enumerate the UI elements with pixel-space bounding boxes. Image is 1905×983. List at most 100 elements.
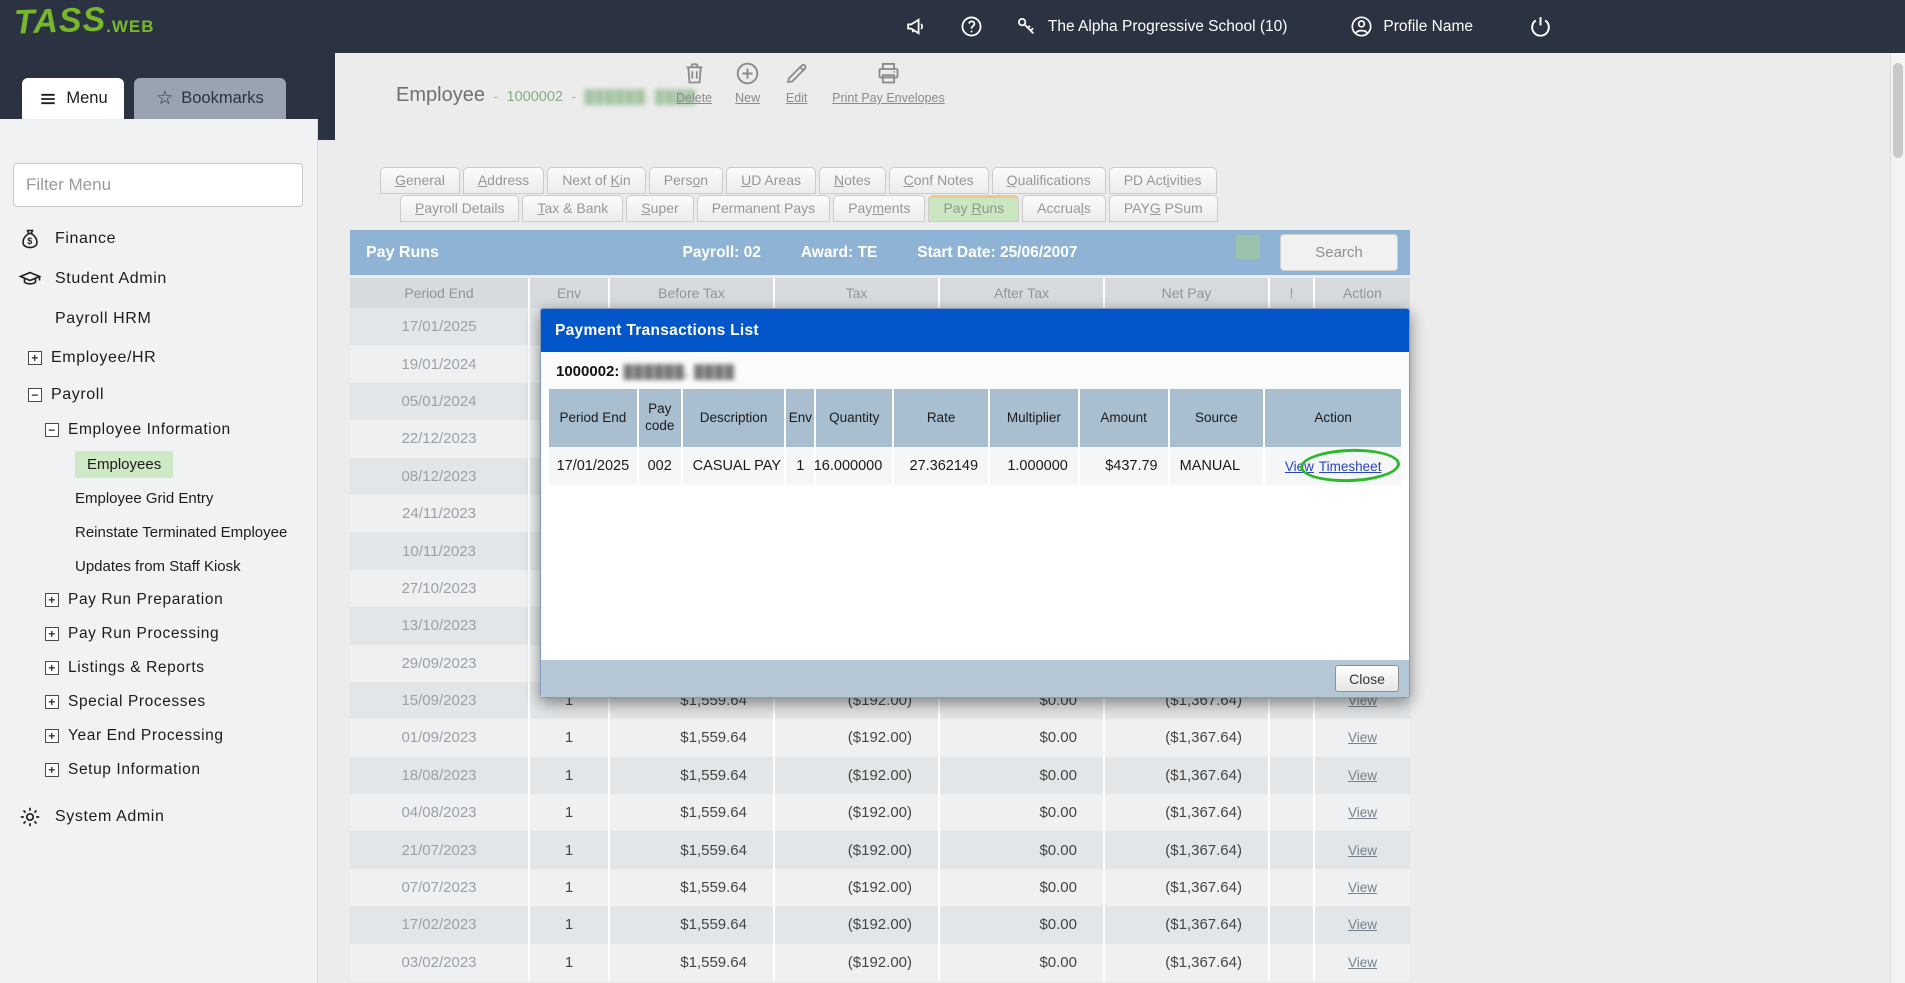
sidebar-item-finance[interactable]: $Finance [0,219,318,259]
tab-payments[interactable]: Payments [833,195,925,222]
expand-icon[interactable]: + [45,729,59,743]
payment-transactions-modal: Payment Transactions List 1000002: █████… [540,308,1410,698]
expand-icon[interactable]: + [28,351,42,365]
profile-menu[interactable]: Profile Name [1349,14,1473,39]
cell-before-tax: $1,559.64 [610,831,775,868]
modal-employee-line: 1000002: ██████, ████ [541,352,1409,389]
cell-flag [1270,906,1315,943]
expand-icon[interactable]: + [45,763,59,777]
view-link[interactable]: View [1348,880,1377,895]
sidebar-item-reinstate-terminated-employee[interactable]: Reinstate Terminated Employee [0,515,318,549]
tab-ud-areas[interactable]: UD Areas [726,167,816,194]
expand-icon[interactable]: + [45,627,59,641]
cell-period-end: 05/01/2024 [350,383,530,420]
expand-icon[interactable]: + [45,661,59,675]
delete-button[interactable]: Delete [676,60,712,105]
sidebar-item-payroll[interactable]: −Payroll [0,376,318,413]
sidebar-item-setup-information[interactable]: +Setup Information [0,753,318,787]
logout-button[interactable] [1528,14,1553,39]
vertical-scrollbar[interactable] [1890,53,1905,983]
timesheet-link[interactable]: Timesheet [1319,459,1382,474]
tab-bookmarks[interactable]: ☆ Bookmarks [134,78,286,119]
cell-period-end: 18/08/2023 [350,757,530,794]
sidebar-item-updates-from-staff-kiosk[interactable]: Updates from Staff Kiosk [0,549,318,583]
modal-column-header-amount: Amount [1080,389,1170,447]
tab-pd-activities[interactable]: PD Activities [1109,167,1217,194]
tab-notes[interactable]: Notes [819,167,886,194]
sidebar-item-listings-reports[interactable]: +Listings & Reports [0,651,318,685]
cell-period-end: 07/07/2023 [350,869,530,906]
cell-net-pay: ($1,367.64) [1105,794,1270,831]
scrollbar-thumb[interactable] [1893,63,1903,158]
tab-menu[interactable]: Menu [22,78,124,119]
cell-after-tax: $0.00 [940,944,1105,981]
sidebar-item-special-processes[interactable]: +Special Processes [0,685,318,719]
column-header-tax: Tax [775,278,940,308]
money-bag-icon: $ [18,227,42,251]
pay-runs-header-bar: Pay Runs Payroll: 02 Award: TE Start Dat… [350,230,1410,275]
tab-pay-runs[interactable]: Pay Runs [928,195,1019,222]
view-link[interactable]: View [1348,843,1377,858]
tab-permanent-pays[interactable]: Permanent Pays [697,195,831,222]
sidebar-item-label: Employee/HR [51,349,156,367]
view-link[interactable]: View [1348,805,1377,820]
tab-tax-bank[interactable]: Tax & Bank [522,195,623,222]
sidebar-item-year-end-processing[interactable]: + Year End Processing [0,719,318,753]
cell-after-tax: $0.00 [940,869,1105,906]
tab-qualifications[interactable]: Qualifications [992,167,1106,194]
view-link[interactable]: View [1348,917,1377,932]
cell-flag [1270,831,1315,868]
table-row: 04/08/20231$1,559.64($192.00)$0.00($1,36… [350,794,1410,831]
sidebar-item-pay-run-processing[interactable]: +Pay Run Processing [0,617,318,651]
sidebar-item-student-admin[interactable]: Student Admin [0,259,318,299]
sidebar-item-pay-run-preparation[interactable]: +Pay Run Preparation [0,583,318,617]
tab-next-of-kin[interactable]: Next of Kin [547,167,646,194]
expand-icon[interactable]: + [45,695,59,709]
filter-menu-input[interactable] [13,163,303,207]
sidebar-item-employee-grid-entry[interactable]: Employee Grid Entry [0,481,318,515]
print-pay-envelopes-button[interactable]: Print Pay Envelopes [832,60,945,105]
modal-column-header-multiplier: Multiplier [990,389,1080,447]
sidebar-menu-tree: $FinanceStudent AdminPayroll HRM + Employe… [0,219,318,839]
sidebar-item-employee-hr[interactable]: + Employee/HR [0,339,318,376]
tab-super[interactable]: Super [626,195,693,222]
tab-address[interactable]: Address [463,167,544,194]
tab-accruals[interactable]: Accruals [1022,195,1106,222]
cell-tax: ($192.00) [775,944,940,981]
modal-table-header: Period EndPay codeDescriptionEnvQuantity… [549,389,1401,447]
cell-flag [1270,794,1315,831]
new-button[interactable]: New [734,60,761,105]
status-square-icon [1236,235,1260,259]
view-link[interactable]: View [1285,459,1314,474]
close-button[interactable]: Close [1335,665,1399,692]
tab-person[interactable]: Person [649,167,723,194]
sidebar-item-employee-information[interactable]: −Employee Information [0,413,318,447]
modal-table-row: 17/01/2025002CASUAL PAY116.00000027.3621… [549,447,1401,485]
expand-icon[interactable]: + [45,593,59,607]
modal-employee-code: 1000002: [556,363,619,380]
tab-payroll-details[interactable]: Payroll Details [400,195,519,222]
view-link[interactable]: View [1348,730,1377,745]
sidebar-item-label: Year End Processing [68,727,224,745]
edit-button[interactable]: Edit [783,60,810,105]
sidebar-item-employees[interactable]: Employees [0,447,318,481]
cell-before-tax: $1,559.64 [610,757,775,794]
tab-payg-psum[interactable]: PAYG PSum [1109,195,1218,222]
award-value: Award: TE [801,244,877,262]
cell-action: View [1315,719,1410,756]
help-button[interactable] [959,14,984,39]
tab-conf-notes[interactable]: Conf Notes [889,167,989,194]
school-selector[interactable]: The Alpha Progressive School (10) [1014,14,1288,39]
announcements-button[interactable] [904,14,929,39]
cell-period-end: 17/01/2025 [350,308,530,345]
collapse-icon[interactable]: − [45,423,59,437]
cell-period-end: 21/07/2023 [350,831,530,868]
collapse-icon[interactable]: − [28,388,42,402]
search-button[interactable]: Search [1280,234,1398,271]
view-link[interactable]: View [1348,768,1377,783]
record-toolbar: Delete New Edit Print Pay Envelopes [676,60,945,105]
sidebar-item-system-admin[interactable]: System Admin [0,795,318,839]
sidebar-item-payroll-hrm[interactable]: Payroll HRM [0,299,318,339]
view-link[interactable]: View [1348,955,1377,970]
tab-general[interactable]: General [380,167,460,194]
